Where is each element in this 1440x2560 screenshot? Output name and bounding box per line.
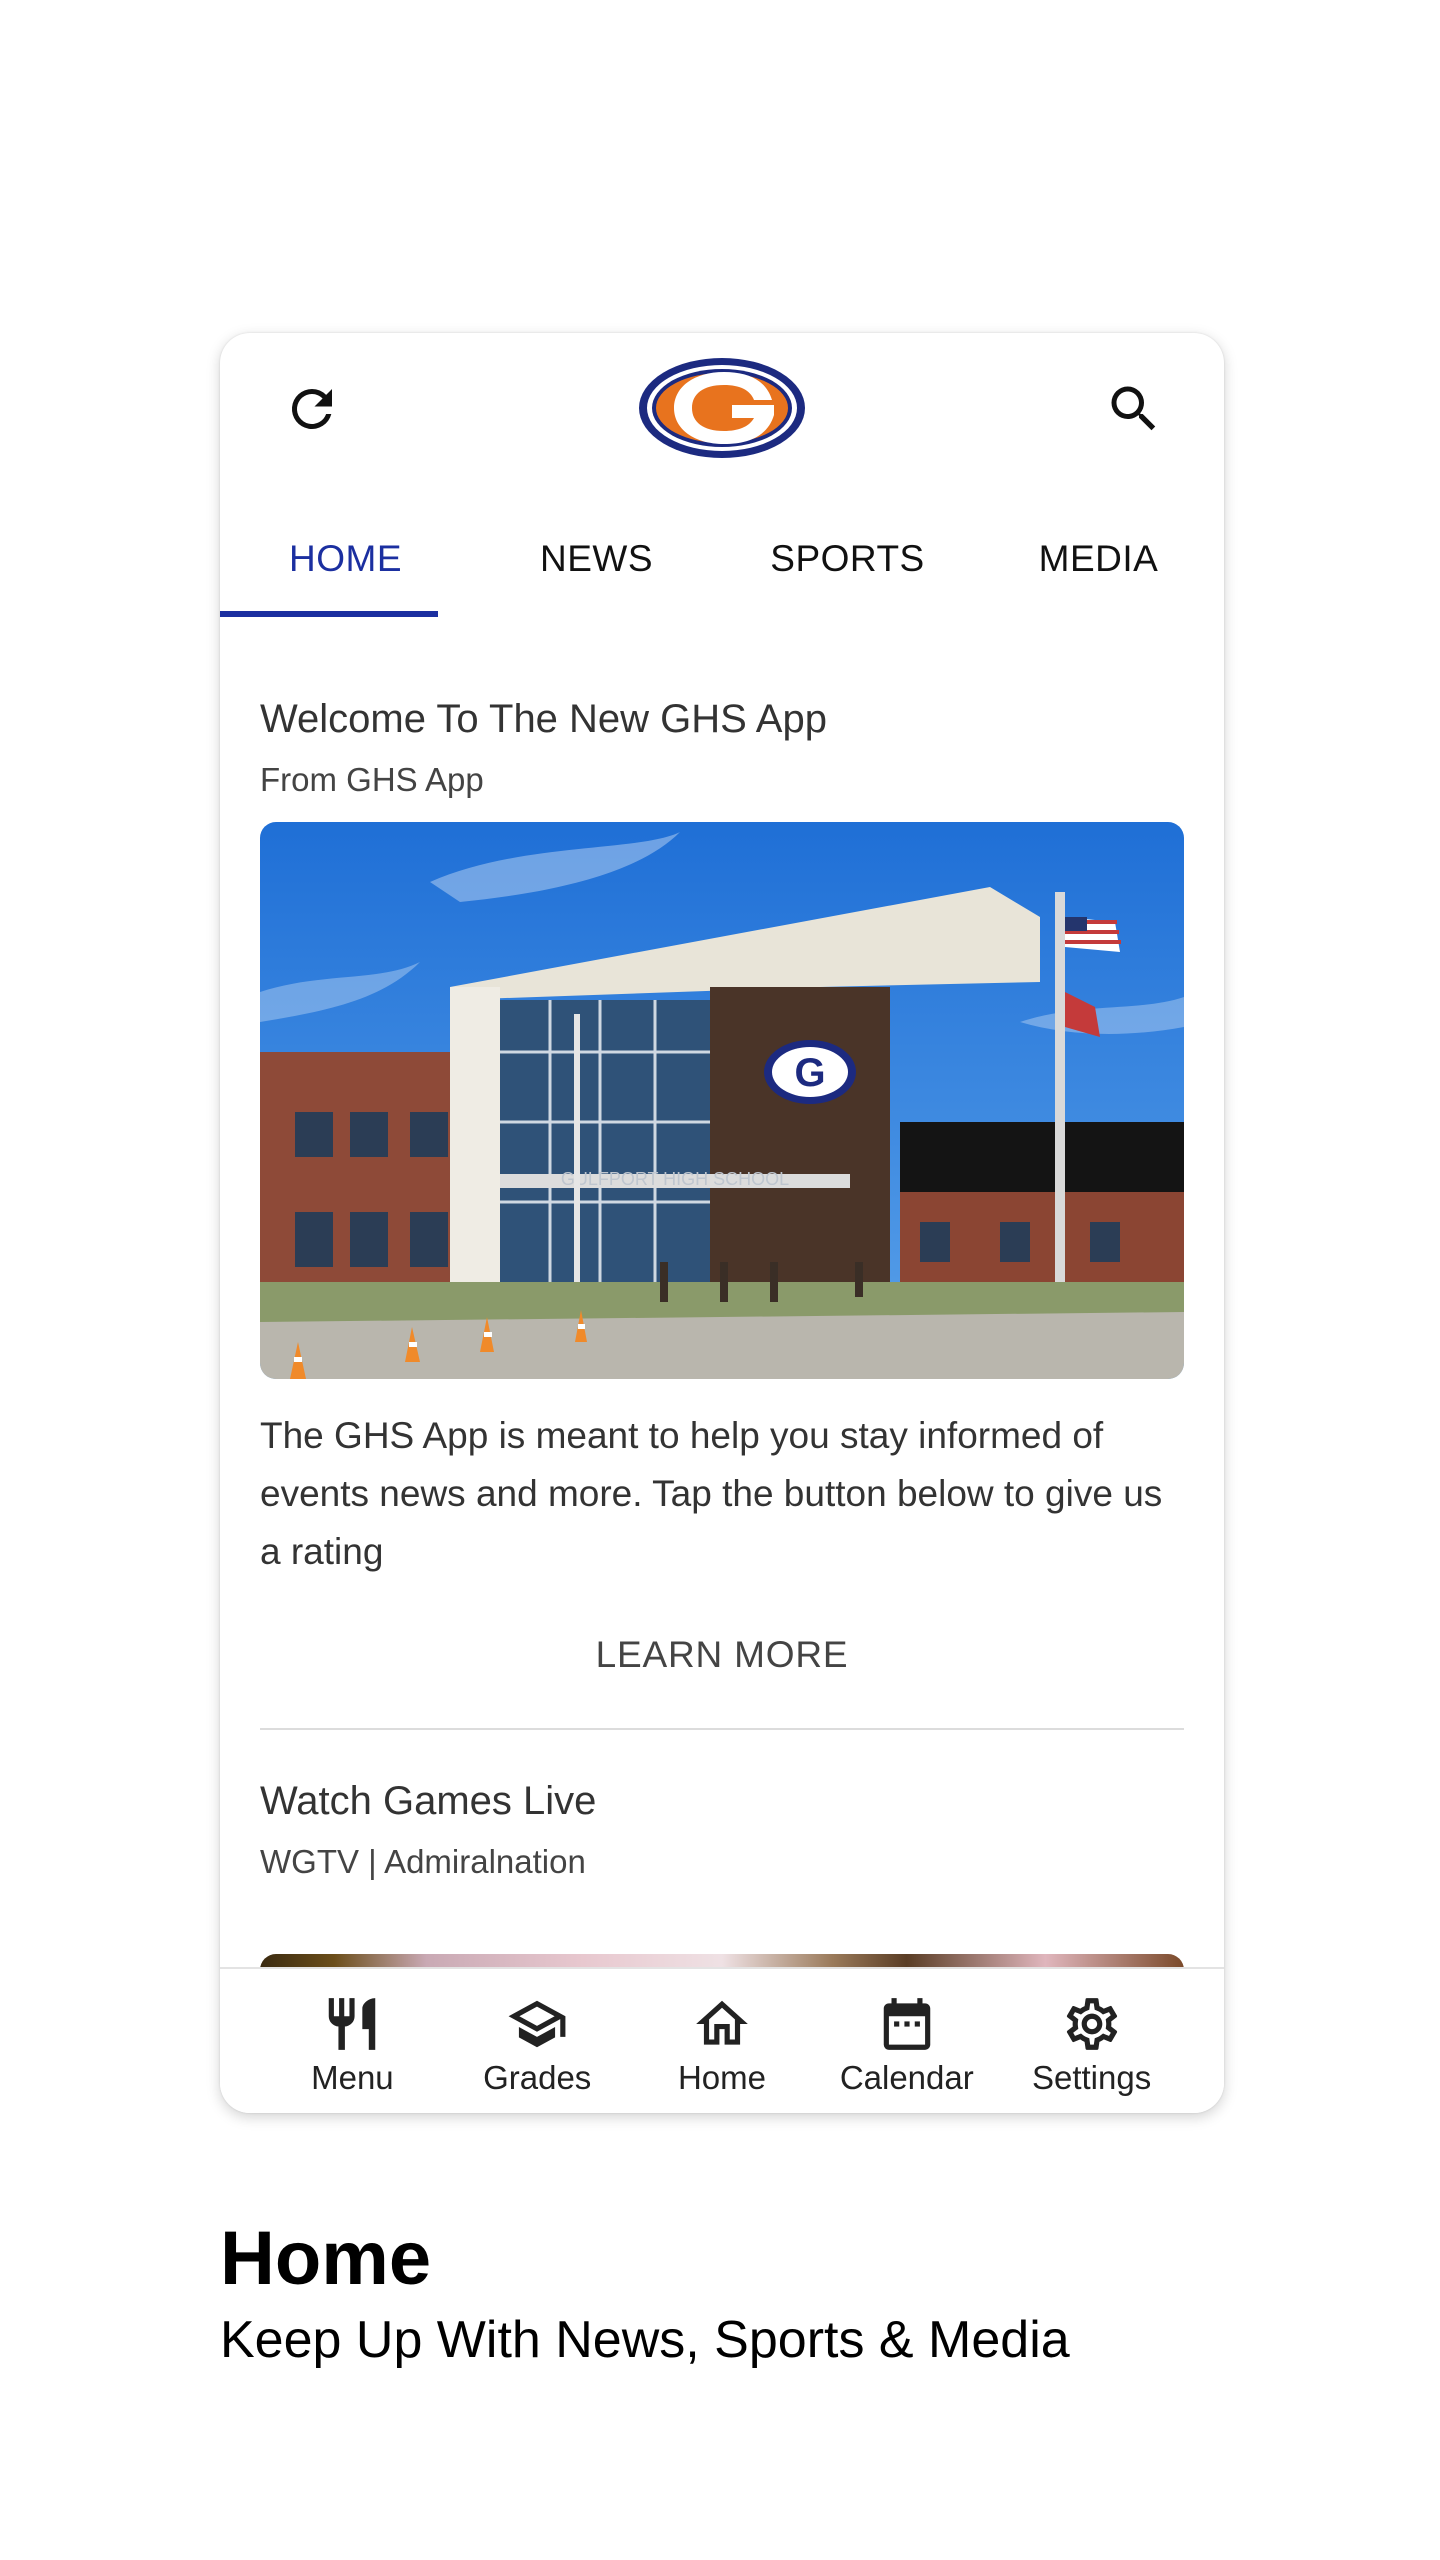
calendar-icon <box>883 1998 931 2050</box>
building-signage: GULFPORT HIGH SCHOOL <box>561 1169 789 1189</box>
nav-calendar-label: Calendar <box>839 2059 974 2096</box>
learn-more-button[interactable]: LEARN MORE <box>592 1625 852 1685</box>
caption-title: Home <box>220 2216 432 2301</box>
tab-sports[interactable]: SPORTS <box>722 503 973 615</box>
school-logo <box>636 355 808 461</box>
home-icon <box>696 2000 748 2045</box>
gear-icon <box>1066 1998 1117 2050</box>
caption-subtitle: Keep Up With News, Sports & Media <box>220 2311 1070 2369</box>
divider <box>260 1728 1184 1730</box>
school-building-photo[interactable]: G GULFPORT HIGH SCHOOL <box>260 822 1184 1379</box>
nav-calendar[interactable]: Calendar <box>822 1969 992 2113</box>
tab-news[interactable]: NEWS <box>471 503 722 615</box>
nav-grades-label: Grades <box>483 2059 592 2096</box>
svg-text:G: G <box>794 1051 825 1095</box>
post-body: The GHS App is meant to help you stay in… <box>260 1415 1163 1572</box>
post-title: Watch Games Live <box>260 1779 597 1823</box>
tab-media[interactable]: MEDIA <box>973 503 1224 615</box>
fork-knife-icon <box>329 1998 376 2050</box>
nav-home[interactable]: Home <box>637 1969 807 2113</box>
app-screen: HOME NEWS SPORTS MEDIA Welcome To The Ne… <box>220 333 1224 2113</box>
top-app-bar <box>220 333 1224 483</box>
graduation-cap-icon <box>508 2000 566 2048</box>
nav-settings[interactable]: Settings <box>1007 1969 1177 2113</box>
tab-bar: HOME NEWS SPORTS MEDIA <box>220 503 1224 615</box>
tab-home[interactable]: HOME <box>220 503 471 615</box>
bottom-navigation: Menu Grades Home Calendar Settings <box>220 1967 1224 2113</box>
post-title: Welcome To The New GHS App <box>260 697 827 741</box>
post-source: WGTV | Admiralnation <box>260 1843 586 1880</box>
nav-menu[interactable]: Menu <box>267 1969 437 2113</box>
search-icon[interactable] <box>1104 379 1164 439</box>
nav-home-label: Home <box>677 2059 766 2096</box>
refresh-icon[interactable] <box>282 379 342 439</box>
feed[interactable]: Welcome To The New GHS App From GHS App <box>220 617 1224 1989</box>
nav-grades[interactable]: Grades <box>452 1969 622 2113</box>
nav-settings-label: Settings <box>1031 2059 1152 2096</box>
post-source: From GHS App <box>260 761 484 798</box>
nav-menu-label: Menu <box>311 2059 394 2096</box>
